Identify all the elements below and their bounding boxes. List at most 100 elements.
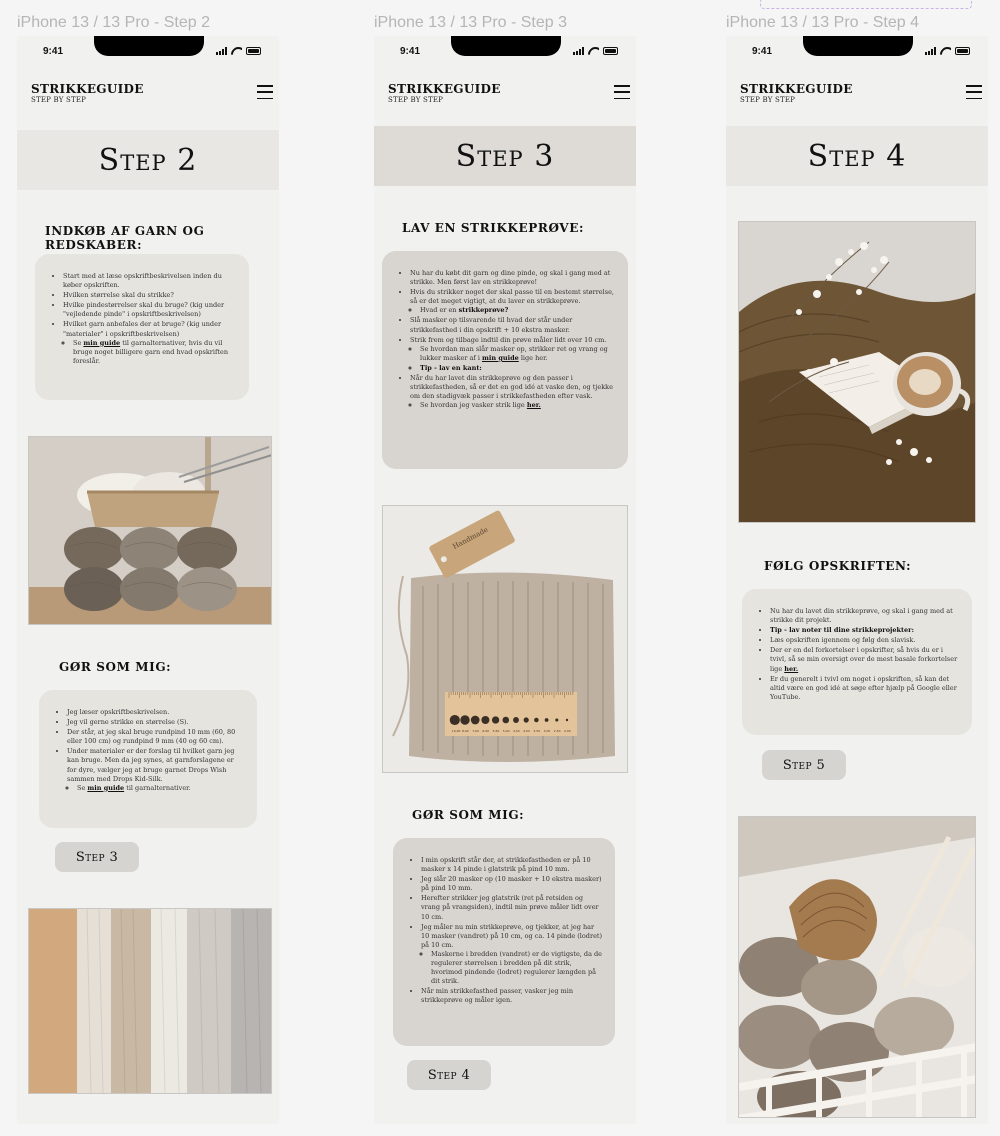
section-title-gauge-swatch: LAV EN STRIKKEPRØVE:	[402, 221, 584, 235]
signal-icon	[216, 47, 227, 55]
gauge-hole	[523, 717, 529, 723]
battery-icon	[603, 47, 618, 55]
gauge-hole	[491, 716, 500, 724]
gauge-hole-label: 7,00	[472, 729, 479, 733]
wifi-icon	[940, 47, 951, 55]
step-3-button[interactable]: Step 3	[55, 842, 139, 872]
section-title-buy-yarn: INDKØB AF GARN OG REDSKABER:	[45, 224, 205, 252]
list-item: Tip - lav en kant:	[420, 364, 616, 373]
list-item: Se min guide til garnalternativer, hvis …	[73, 339, 237, 366]
step-title: Step 3	[455, 138, 555, 174]
yarn-basket-illustration	[29, 437, 271, 624]
phone-frame-step-4: 9:41 STRIKKEGUIDE STEP BY STEP Step 4 FØ…	[726, 36, 988, 1124]
gauge-hole-label: 4,50	[513, 729, 520, 733]
logo-title[interactable]: STRIKKEGUIDE	[31, 82, 144, 96]
gauge-hole	[534, 717, 539, 723]
list-item: Jeg læser opskriftbeskrivelsen.	[67, 708, 245, 717]
info-card-gauge-swatch: Nu har du købt dit garn og dine pinde, o…	[382, 251, 628, 469]
gauge-hole-label: 10,00	[452, 729, 461, 733]
gauge-hole	[565, 718, 569, 722]
site-header: STRIKKEGUIDE STEP BY STEP	[726, 72, 988, 126]
list-item: Maskerne i bredden (vandret) er de vigti…	[431, 950, 603, 986]
list-item: Slå masker op tilsvarende til hvad der s…	[410, 316, 616, 334]
list-item: Hvilke pindestørrelser skal du bruge? (k…	[63, 301, 237, 319]
logo-title[interactable]: STRIKKEGUIDE	[388, 82, 501, 96]
step-5-button[interactable]: Step 5	[762, 750, 846, 780]
list-item: Se min guide til garnalternativer.	[77, 784, 245, 793]
gauge-hole	[544, 718, 549, 722]
list-item: Jeg måler nu min strikkeprøve, og tjekke…	[421, 923, 603, 987]
info-card-follow-pattern: Nu har du lavet din strikkeprøve, og ska…	[742, 589, 972, 735]
system-icons	[216, 47, 261, 55]
list-item: Læs opskriften igennem og følg den slavi…	[770, 636, 960, 645]
gauge-hole-label: 5,50	[493, 729, 500, 733]
list-item: Der er en del forkortelser i opskrifter,…	[770, 646, 960, 673]
gauge-swatch-illustration: Handmade 2,002,503,003,504,004,505,005,5…	[383, 506, 627, 772]
logo-title[interactable]: STRIKKEGUIDE	[740, 82, 853, 96]
yarn-crate-illustration	[739, 817, 975, 1117]
list-item: Er du generelt i tvivl om noget i opskri…	[770, 675, 960, 702]
min-guide-link[interactable]: min guide	[87, 784, 124, 792]
frame-label-step-4[interactable]: iPhone 13 / 13 Pro - Step 4	[726, 14, 919, 32]
list-item: Der står, at jeg skal bruge rundpind 10 …	[67, 728, 245, 746]
list-item: Jeg vil gerne strikke en størrelse (S).	[67, 718, 245, 727]
list-item: Jeg slår 20 masker op (10 masker + 10 ek…	[421, 875, 603, 893]
status-bar: 9:41	[17, 36, 279, 72]
status-bar: 9:41	[726, 36, 988, 72]
gauge-hole-label: 2,50	[554, 729, 561, 733]
min-guide-link[interactable]: min guide	[482, 354, 519, 362]
list-item: Når min strikkefasthed passer, vasker je…	[421, 987, 603, 1005]
list-item: Tip - lav noter til dine strikkeprojekte…	[770, 626, 960, 635]
notch	[451, 36, 561, 56]
step-title: Step 2	[98, 142, 198, 178]
list-item: Hvad er en strikkeprøve?	[420, 306, 616, 315]
frame-label-step-3[interactable]: iPhone 13 / 13 Pro - Step 3	[374, 14, 567, 32]
signal-icon	[925, 47, 936, 55]
list-item: Nu har du købt dit garn og dine pinde, o…	[410, 269, 616, 287]
status-time: 9:41	[752, 46, 773, 57]
gauge-hole	[502, 716, 510, 724]
hamburger-menu-icon[interactable]	[614, 85, 630, 99]
step-banner: Step 2	[17, 130, 279, 190]
wash-guide-link[interactable]: her.	[527, 401, 541, 409]
list-item: Nu har du lavet din strikkeprøve, og ska…	[770, 607, 960, 625]
hamburger-menu-icon[interactable]	[257, 85, 273, 99]
list-item: I min opskrift står der, at strikkefasth…	[421, 856, 603, 874]
site-header: STRIKKEGUIDE STEP BY STEP	[17, 72, 279, 126]
step-title: Step 4	[807, 138, 907, 174]
min-guide-link[interactable]: min guide	[83, 339, 120, 347]
status-time: 9:41	[43, 46, 64, 57]
yarn-crate-photo	[738, 816, 976, 1118]
system-icons	[573, 47, 618, 55]
knit-sweaters-illustration	[29, 909, 271, 1093]
step-4-button[interactable]: Step 4	[407, 1060, 491, 1090]
info-card-buy-yarn: Start med at læse opskriftbeskrivelsen i…	[35, 254, 249, 400]
coffee-book-illustration	[739, 222, 975, 522]
list-item: Herefter strikker jeg glatstrik (ret på …	[421, 894, 603, 921]
status-time: 9:41	[400, 46, 421, 57]
list-item: Hvilket garn anbefales der at bruge? (ki…	[63, 320, 237, 365]
coffee-book-photo	[738, 221, 976, 523]
gauge-hole	[470, 715, 480, 725]
gauge-hole	[481, 716, 490, 724]
knit-sweaters-photo	[28, 908, 272, 1094]
gauge-hole	[449, 714, 460, 726]
list-item: Hvilken størrelse skal du strikke?	[63, 291, 237, 300]
battery-icon	[955, 47, 970, 55]
logo-subtitle: STEP BY STEP	[31, 96, 87, 104]
phone-frame-step-2: 9:41 STRIKKEGUIDE STEP BY STEP Step 2 IN…	[17, 36, 279, 1124]
hamburger-menu-icon[interactable]	[966, 85, 982, 99]
wifi-icon	[588, 47, 599, 55]
list-item: Hvis du strikker noget der skal passe ti…	[410, 288, 616, 315]
frame-label-step-2[interactable]: iPhone 13 / 13 Pro - Step 2	[17, 14, 210, 32]
selection-outline	[760, 0, 972, 9]
list-item: Når du har lavet din strikkeprøve og den…	[410, 374, 616, 410]
gauge-swatch-photo: Handmade 2,00 2,50 3,00 3,50 4,00 4,50 5,00 5,5…	[382, 505, 628, 773]
step-banner: Step 3	[374, 126, 636, 186]
gauge-hole	[555, 718, 559, 722]
wifi-icon	[231, 47, 242, 55]
gauge-hole-label: 5,00	[503, 729, 510, 733]
section-title-do-as-me: GØR SOM MIG:	[412, 808, 525, 822]
battery-icon	[246, 47, 261, 55]
abbreviations-link[interactable]: her.	[784, 665, 798, 673]
